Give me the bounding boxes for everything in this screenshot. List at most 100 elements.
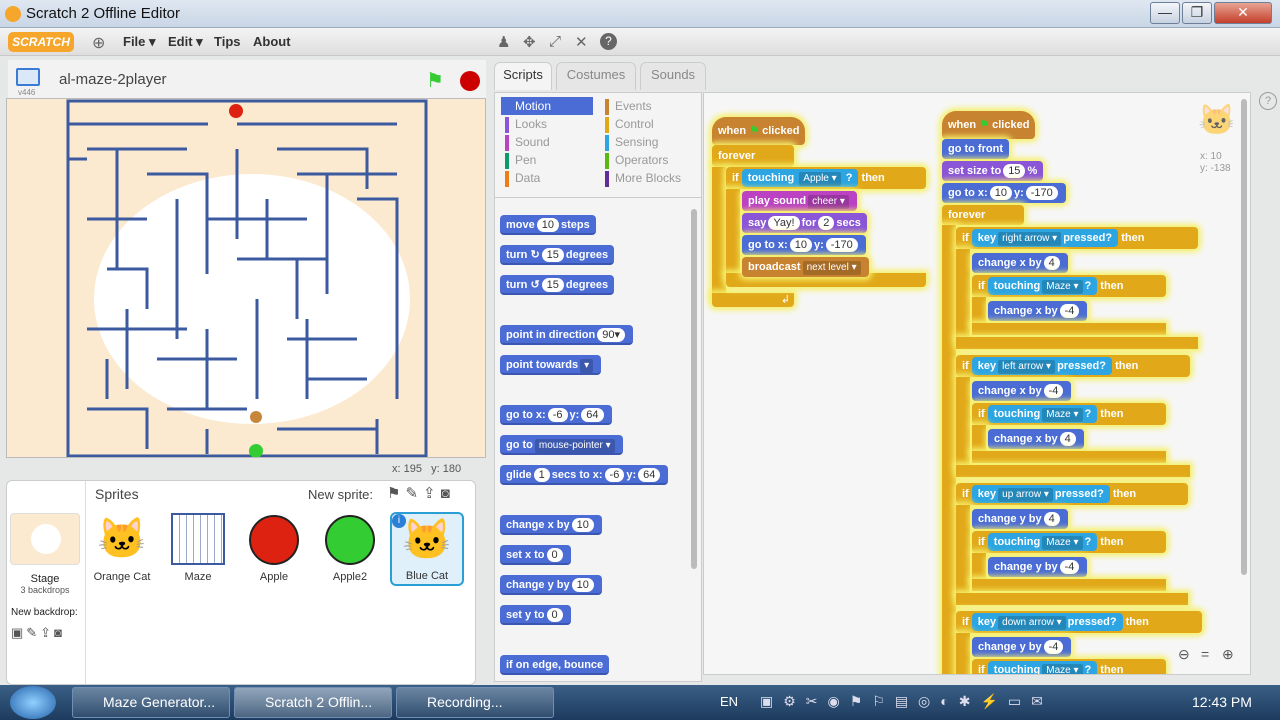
change-y-m4[interactable]: change y by -4 (988, 557, 1088, 577)
block-set-x[interactable]: set x to 0 (500, 545, 571, 565)
menu-file[interactable]: File ▾ (123, 34, 156, 50)
taskbar-item-recording[interactable]: Recording... (396, 687, 554, 718)
category-operators[interactable]: Operators (601, 151, 701, 169)
broadcast-next-level[interactable]: broadcast next level ▾ (742, 257, 869, 277)
clock[interactable]: 12:43 PM (1192, 694, 1252, 710)
scratch-logo[interactable]: SCRATCH (8, 32, 74, 52)
change-y-4[interactable]: change y by 4 (972, 509, 1068, 529)
when-flag-clicked-2[interactable]: when ⚑ clicked (942, 111, 1036, 139)
sprite-blue-cat[interactable]: i 🐱 Blue Cat (390, 512, 464, 586)
help-icon[interactable]: ? (600, 33, 617, 50)
sprite-apple[interactable]: Apple (239, 513, 309, 585)
taskbar-item-maze[interactable]: Maze Generator... (72, 687, 230, 718)
fullscreen-icon[interactable] (16, 68, 40, 86)
change-x-m4-b[interactable]: change x by -4 (972, 381, 1072, 401)
when-flag-clicked[interactable]: when ⚑ clicked (712, 117, 806, 145)
if-touching-maze-up[interactable]: if touching Maze ▾? then (972, 531, 1166, 553)
go-to-front[interactable]: go to front (942, 139, 1009, 159)
if-key-right[interactable]: if key right arrow ▾ pressed? then (956, 227, 1198, 249)
stage-thumb[interactable]: Stage 3 backdrops (9, 513, 81, 597)
category-events[interactable]: Events (601, 97, 701, 115)
if-touching-maze-left[interactable]: if touching Maze ▾? then (972, 403, 1166, 425)
scripts-area[interactable]: when ⚑ clicked forever ↲ if touching App… (703, 92, 1251, 675)
block-turn-left[interactable]: turn ↺ 15 degrees (500, 275, 615, 295)
set-size[interactable]: set size to 15% (942, 161, 1044, 181)
change-x-4-b[interactable]: change x by 4 (988, 429, 1084, 449)
sprite-orange-cat[interactable]: 🐱 Orange Cat (87, 513, 157, 585)
start-button[interactable] (10, 686, 56, 719)
category-looks[interactable]: Looks (501, 115, 593, 133)
category-pen[interactable]: Pen (501, 151, 593, 169)
if-touching-apple[interactable]: if touching Apple ▾ ? then (726, 167, 926, 189)
minimize-button[interactable]: — (1150, 2, 1180, 24)
close-button[interactable]: ✕ (1214, 2, 1272, 24)
block-change-x[interactable]: change x by 10 (500, 515, 602, 535)
goto-start-2[interactable]: go to x: 10 y: -170 (942, 183, 1066, 203)
new-sprite-tools[interactable]: ⚑✎⇪◙ (387, 484, 455, 502)
zoom-out-icon[interactable]: ⊖ (1178, 646, 1190, 663)
block-goto[interactable]: go to mouse-pointer ▾ (500, 435, 623, 455)
if-touching-maze-right[interactable]: if touching Maze ▾? then (972, 275, 1166, 297)
if-key-down[interactable]: if key down arrow ▾ pressed? then (956, 611, 1202, 633)
inner-bottom-up (972, 579, 1166, 591)
green-flag-icon[interactable]: ⚑ (426, 68, 444, 93)
menu-tips[interactable]: Tips (214, 34, 241, 49)
block-point-direction[interactable]: point in direction 90▾ (500, 325, 633, 345)
tab-costumes[interactable]: Costumes (556, 62, 636, 90)
language-indicator[interactable]: EN (720, 694, 738, 709)
block-change-y[interactable]: change y by 10 (500, 575, 602, 595)
category-motion[interactable]: Motion (501, 97, 593, 115)
block-edge-bounce[interactable]: if on edge, bounce (500, 655, 610, 675)
new-sprite-label: New sprite: (308, 487, 374, 502)
grow-icon[interactable]: ⤢ (549, 33, 561, 50)
duplicate-icon[interactable]: ♟ (497, 33, 510, 51)
play-sound-cheer[interactable]: play sound cheer ▾ (742, 191, 857, 211)
info-icon[interactable]: i (392, 514, 406, 528)
block-goto-xy[interactable]: go to x: -6 y: 64 (500, 405, 612, 425)
cut-icon[interactable]: ✥ (523, 33, 536, 51)
forever-block-2[interactable]: forever (942, 205, 1024, 225)
zoom-reset-icon[interactable]: = (1201, 646, 1209, 662)
menu-about[interactable]: About (253, 34, 291, 49)
maximize-button[interactable]: ❐ (1182, 2, 1212, 24)
menu-edit[interactable]: Edit ▾ (168, 34, 203, 50)
taskbar-item-scratch[interactable]: Scratch 2 Offlin... (234, 687, 392, 718)
shrink-icon[interactable]: ✕ (575, 33, 588, 51)
change-x-4[interactable]: change x by 4 (972, 253, 1068, 273)
change-y-m4-b[interactable]: change y by -4 (972, 637, 1072, 657)
stop-icon[interactable] (460, 71, 480, 91)
tab-sounds[interactable]: Sounds (640, 62, 706, 90)
stage-canvas[interactable] (6, 98, 486, 458)
if-key-up[interactable]: if key up arrow ▾ pressed? then (956, 483, 1188, 505)
globe-icon[interactable]: ⊕ (92, 33, 105, 53)
tray-icons[interactable]: ▣⚙✂◉⚑⚐▤◎◐✱⚡▭✉ (760, 693, 1053, 710)
script-apple-check[interactable]: when ⚑ clicked forever ↲ if touching App… (712, 107, 928, 307)
script-movement[interactable]: when ⚑ clicked go to front set size to 15… (942, 101, 1242, 674)
palette-scrollbar[interactable] (691, 209, 697, 569)
sprite-apple2[interactable]: Apple2 (315, 513, 385, 585)
zoom-in-icon[interactable]: ⊕ (1222, 646, 1234, 663)
change-x-m4[interactable]: change x by -4 (988, 301, 1088, 321)
if-key-left[interactable]: if key left arrow ▾ pressed? then (956, 355, 1190, 377)
if-touching-maze-down[interactable]: if touching Maze ▾? then (972, 659, 1166, 674)
block-set-y[interactable]: set y to 0 (500, 605, 571, 625)
tab-scripts[interactable]: Scripts (494, 62, 552, 90)
block-turn-right[interactable]: turn ↻ 15 degrees (500, 245, 615, 265)
help-side-icon[interactable]: ? (1259, 92, 1277, 110)
inner-bottom-right (972, 323, 1166, 335)
goto-start[interactable]: go to x: 10 y: -170 (742, 235, 866, 255)
forever-block[interactable]: forever (712, 145, 794, 167)
category-sensing[interactable]: Sensing (601, 133, 701, 151)
category-data[interactable]: Data (501, 169, 593, 187)
new-backdrop-tools: ▣✎⇪◙ (11, 625, 65, 640)
block-move[interactable]: move 10 steps (500, 215, 596, 235)
scripts-scrollbar[interactable] (1241, 99, 1247, 575)
category-control[interactable]: Control (601, 115, 701, 133)
block-point-towards[interactable]: point towards ▾ (500, 355, 602, 375)
sprite-maze[interactable]: Maze (163, 513, 233, 585)
category-sound[interactable]: Sound (501, 133, 593, 151)
say-yay[interactable]: say Yay! for 2 secs (742, 213, 867, 233)
project-name-field[interactable]: al-maze-2player (59, 71, 167, 88)
category-more-blocks[interactable]: More Blocks (601, 169, 701, 187)
block-glide[interactable]: glide 1 secs to x: -6 y: 64 (500, 465, 669, 485)
